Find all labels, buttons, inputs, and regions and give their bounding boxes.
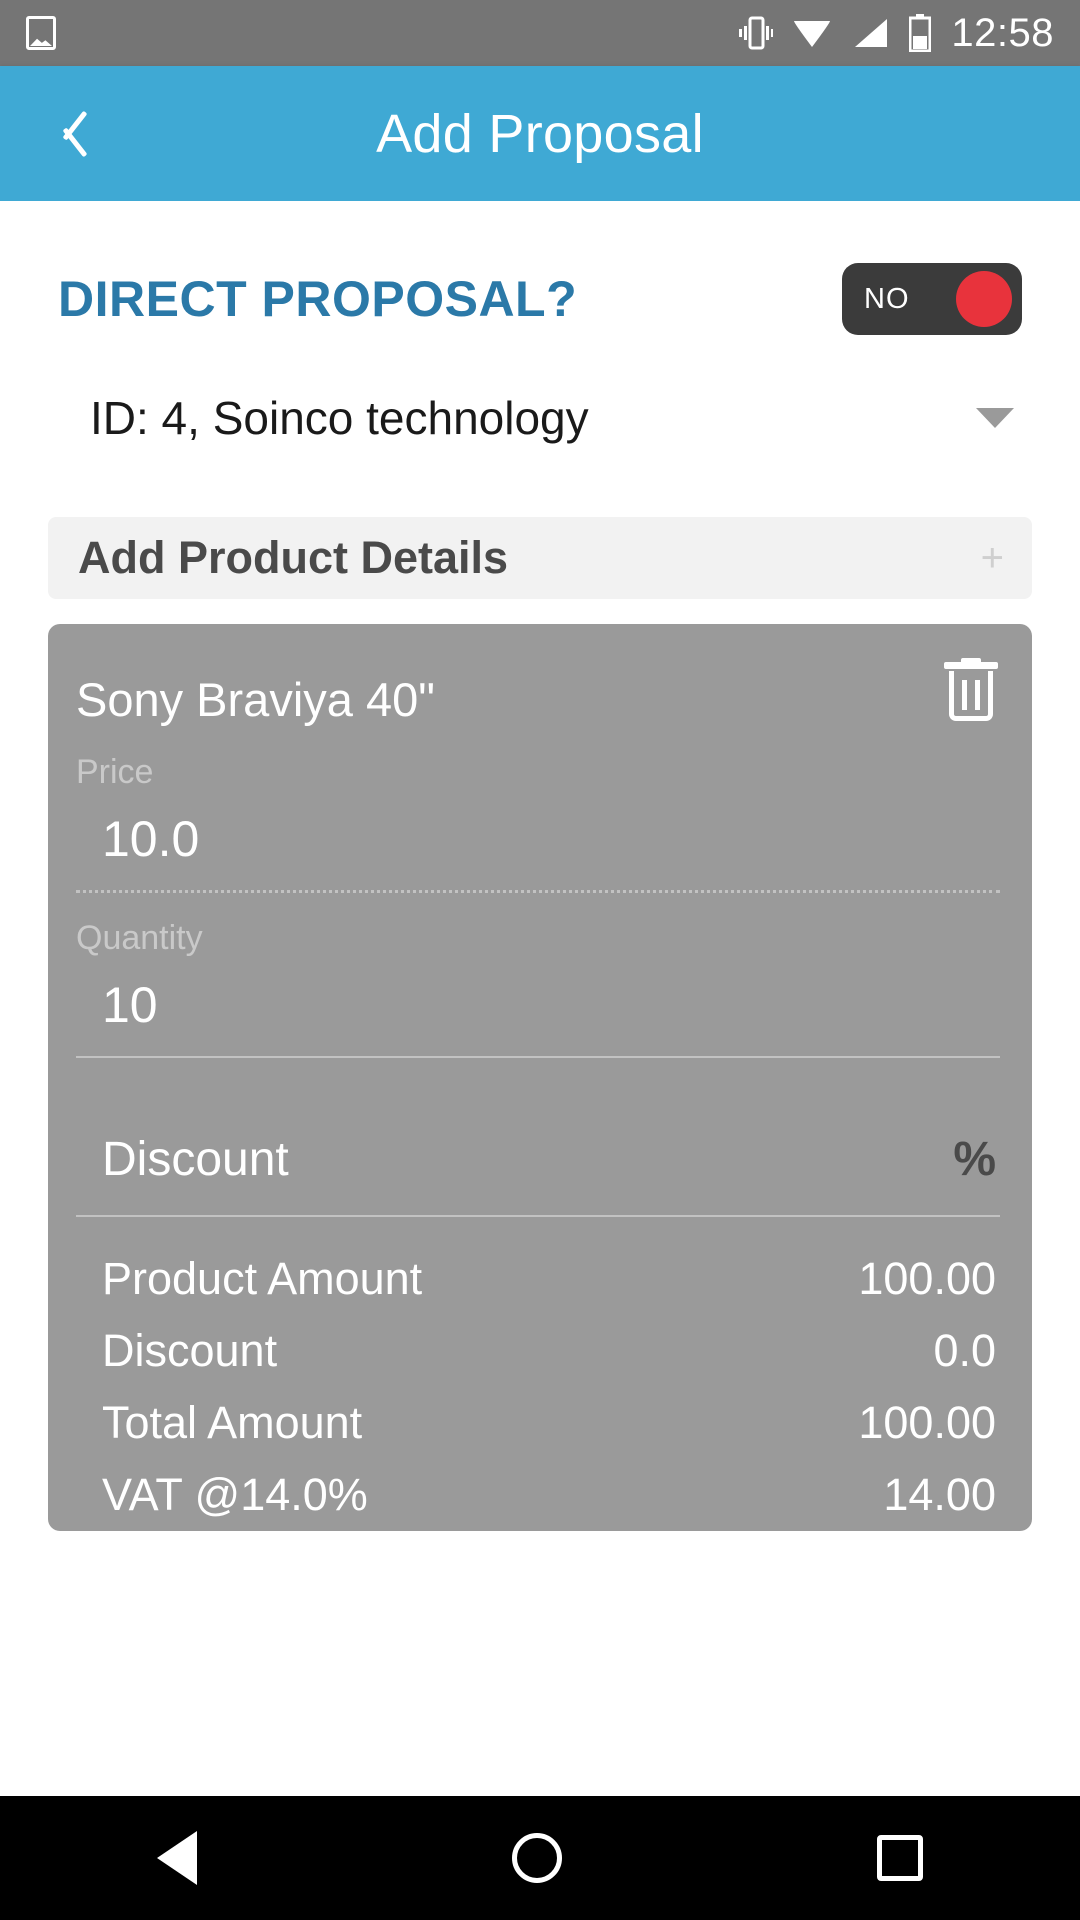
summary-value: 100.00	[858, 1253, 996, 1304]
product-name: Sony Braviya 40"	[76, 673, 435, 726]
price-field[interactable]: Price 10.0	[76, 727, 1000, 893]
summary-row: Total Amount 100.00	[76, 1387, 1000, 1459]
plus-icon[interactable]: +	[981, 538, 1004, 578]
trash-icon[interactable]	[942, 658, 1000, 724]
toggle-knob	[956, 271, 1012, 327]
summary-row: Discount 0.0	[76, 1315, 1000, 1387]
nav-home-icon[interactable]	[511, 1833, 562, 1883]
add-product-details-button[interactable]: Add Product Details +	[48, 517, 1032, 599]
nav-recents-icon[interactable]	[876, 1835, 923, 1881]
status-bar: 12:58	[0, 0, 1080, 66]
status-bar-left	[26, 16, 56, 50]
price-label: Price	[76, 753, 154, 791]
discount-input-row[interactable]: Discount %	[76, 1058, 1000, 1215]
summary-label: Discount	[102, 1325, 278, 1376]
toggle-state-label: NO	[864, 282, 910, 315]
summary-value: 14.00	[883, 1469, 996, 1520]
wifi-icon	[794, 21, 831, 47]
direct-proposal-row: DIRECT PROPOSAL? NO	[0, 201, 1080, 335]
percent-icon: %	[953, 1133, 996, 1186]
quantity-field[interactable]: Quantity 10	[76, 893, 1000, 1058]
status-bar-clock: 12:58	[951, 10, 1054, 55]
page-title: Add Proposal	[376, 103, 704, 164]
signal-icon	[855, 19, 888, 47]
summary-value: 100.00	[858, 1397, 996, 1448]
photo-icon	[26, 16, 56, 50]
discount-input-label: Discount	[102, 1133, 289, 1186]
content-area: DIRECT PROPOSAL? NO ID: 4, Soinco techno…	[0, 201, 1080, 1796]
nav-back-icon[interactable]	[157, 1831, 198, 1885]
summary-value: 0.0	[933, 1325, 996, 1376]
summary-row: VAT @14.0% 14.00	[76, 1459, 1000, 1531]
quantity-input[interactable]: 10	[76, 958, 1000, 1056]
add-product-details-label: Add Product Details	[78, 532, 509, 583]
summary-label: Product Amount	[102, 1253, 423, 1304]
status-bar-right: 12:58	[739, 11, 1054, 56]
direct-proposal-label: DIRECT PROPOSAL?	[58, 271, 578, 327]
chevron-down-icon	[976, 408, 1014, 428]
product-card: Sony Braviya 40" Price 10.0 Quantity 10 …	[48, 624, 1032, 1531]
back-chevron-icon	[48, 103, 82, 165]
price-input[interactable]: 10.0	[76, 792, 1000, 890]
battery-icon	[909, 14, 932, 52]
product-card-header: Sony Braviya 40"	[76, 624, 1000, 727]
summary-row: Product Amount 100.00	[76, 1243, 1000, 1315]
direct-proposal-toggle[interactable]: NO	[842, 263, 1022, 335]
summary-label: Total Amount	[102, 1397, 363, 1448]
phone-screen: 12:58 Add Proposal DIRECT PROPOSAL? NO I…	[0, 0, 1080, 1920]
system-navigation-bar	[0, 1796, 1080, 1920]
quantity-label: Quantity	[76, 919, 203, 957]
product-summary: Product Amount 100.00 Discount 0.0 Total…	[76, 1217, 1000, 1531]
customer-dropdown[interactable]: ID: 4, Soinco technology	[90, 391, 1022, 455]
customer-dropdown-value: ID: 4, Soinco technology	[90, 392, 589, 444]
vibrate-icon	[739, 16, 774, 50]
app-bar: Add Proposal	[0, 66, 1080, 201]
summary-label: VAT @14.0%	[102, 1469, 368, 1520]
back-button[interactable]	[0, 66, 130, 201]
